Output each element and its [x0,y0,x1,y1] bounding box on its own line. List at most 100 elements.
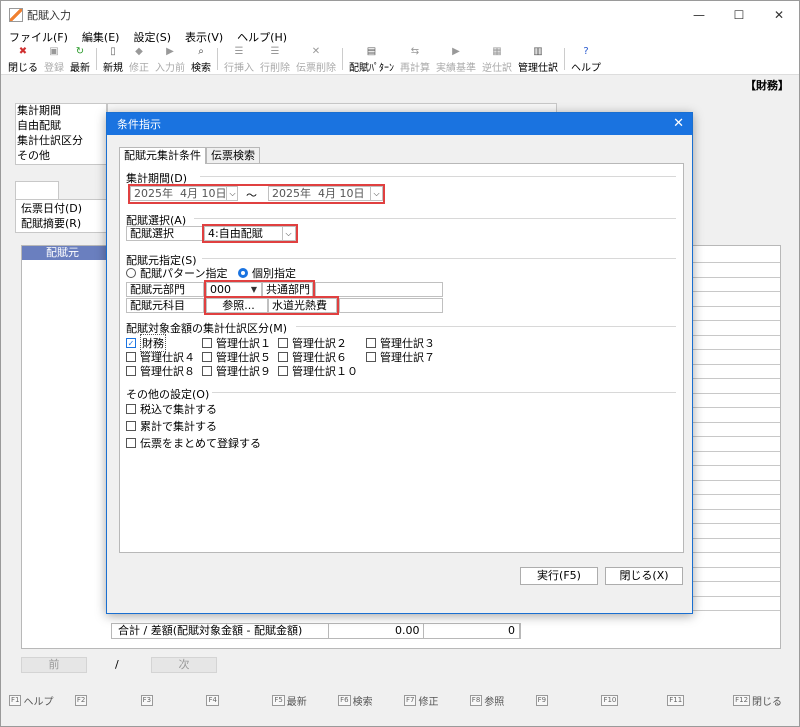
mode-tag: 【財務】 [745,79,789,92]
kubun-checkbox-1[interactable]: 管理仕訳１ [202,336,271,350]
kubun-checkbox-5[interactable]: 管理仕訳５ [202,350,271,364]
checkbox-icon [126,421,136,431]
maximize-button[interactable]: ☐ [719,1,759,29]
conditions-panel: 集計期間(D) 2025年 4月 10日 ⌵ ～ 2025年 4月 10日 ⌵ … [119,163,684,553]
kubun-checkbox-10[interactable]: 管理仕訳１０ [278,364,358,378]
divider [200,176,676,177]
toolbar-actual-basis-button[interactable]: ▶ 実績基準 [433,44,479,74]
toolbar-label: 行削除 [260,63,290,74]
fkey-badge: F11 [667,694,685,706]
kubun-label: 管理仕訳７ [380,351,435,364]
toolbar-help-button[interactable]: ? ヘルプ [568,44,604,74]
toolbar-label: 実績基準 [436,63,476,74]
account-label: 配賦元科目 [126,298,204,313]
period-to-field[interactable]: 2025年 4月 10日 [268,186,383,201]
label-other: その他 [17,149,50,162]
toolbar-separator [217,48,218,70]
fkey-badge: F4 [206,694,219,706]
next-button[interactable]: 次 [151,657,217,673]
kubun-checkbox-9[interactable]: 管理仕訳９ [202,364,271,378]
toolbar-refresh-button[interactable]: ↻ 最新 [67,44,93,74]
run-button[interactable]: 実行(F5) [520,567,598,585]
checkbox-icon [278,338,288,348]
fkey-badge: F9 [535,694,549,706]
dept-dropdown-icon[interactable]: ▼ [248,283,260,296]
radio-individual[interactable]: 個別指定 [238,266,296,280]
title-bar: 配賦入力 — ☐ ✕ [1,1,799,29]
other-checkbox-0[interactable]: 税込で集計する [126,402,217,416]
kubun-checkbox-7[interactable]: 管理仕訳７ [366,350,435,364]
close-window-button[interactable]: ✕ [759,1,799,29]
kubun-checkbox-2[interactable]: 管理仕訳２ [278,336,347,350]
tab-source-conditions[interactable]: 配賦元集計条件 [119,147,206,164]
checkbox-icon [202,366,212,376]
toolbar-label: 最新 [70,63,90,74]
toolbar-delete-row-button[interactable]: ☰ 行削除 [257,44,293,74]
fkey-f11[interactable]: F11 [667,694,733,706]
other-checkbox-2[interactable]: 伝票をまとめて登録する [126,436,261,450]
delete-row-icon: ☰ [270,46,280,57]
dialog-close-icon[interactable]: ✕ [673,116,684,131]
dialog-close-button[interactable]: 閉じる(X) [605,567,683,585]
toolbar-before-input-button[interactable]: ▶ 入力前 [152,44,188,74]
minimize-button[interactable]: — [679,1,719,29]
fkey-f1[interactable]: F1 ヘルプ [9,693,75,708]
menu-help[interactable]: ヘルプ(H) [237,29,287,45]
fkey-f2[interactable]: F2 [74,694,141,706]
divider [296,326,676,327]
fkey-f7[interactable]: F7 修正 [403,693,470,708]
bg-tab[interactable] [15,181,59,199]
toolbar-insert-row-button[interactable]: ☰ 行挿入 [221,44,257,74]
fkey-badge: F7 [403,694,417,706]
fkey-badge: F3 [140,694,154,706]
fkey-f6[interactable]: F6 検索 [338,693,404,708]
checkbox-icon [366,352,376,362]
before-input-icon: ▶ [166,46,174,57]
condition-dialog: 条件指示 ✕ 配賦元集計条件 伝票検索 集計期間(D) 2025年 4月 10日… [106,112,693,614]
radio-pattern-label: 配賦パターン指定 [140,267,228,280]
fkey-f8[interactable]: F8 参照 [469,693,536,708]
fkey-f5[interactable]: F5 最新 [272,693,338,708]
fkey-f9[interactable]: F9 [535,694,602,706]
toolbar-edit-button[interactable]: ◆ 修正 [126,44,152,74]
kubun-checkbox-0[interactable]: ✓ 財務 [126,334,166,352]
chevron-down-icon[interactable]: ⌵ [282,227,294,240]
fkey-f12[interactable]: F12 閉じる [733,693,799,708]
chevron-down-icon[interactable]: ⌵ [226,187,238,200]
toolbar-reverse-button[interactable]: ▦ 逆仕訳 [479,44,515,74]
kubun-checkbox-8[interactable]: 管理仕訳８ [126,364,195,378]
kubun-checkbox-6[interactable]: 管理仕訳６ [278,350,347,364]
menu-settings[interactable]: 設定(S) [133,29,171,45]
period-from-year: 2025年 [134,187,173,200]
toolbar-pattern-button[interactable]: ▤ 配賦ﾊﾟﾀｰﾝ [346,44,397,74]
chevron-down-icon[interactable]: ⌵ [370,187,382,200]
reverse-icon: ▦ [492,46,502,57]
kubun-checkbox-3[interactable]: 管理仕訳３ [366,336,435,350]
toolbar-search-button[interactable]: ⌕ 検索 [188,44,214,74]
prev-button[interactable]: 前 [21,657,87,673]
other-checkbox-1[interactable]: 累計で集計する [126,419,217,433]
menu-file[interactable]: ファイル(F) [9,29,68,45]
checkbox-icon [366,338,376,348]
fkey-f3[interactable]: F3 [140,694,207,706]
radio-pattern[interactable]: 配賦パターン指定 [126,266,227,280]
menu-view[interactable]: 表示(V) [185,29,223,45]
divider [212,392,676,393]
total-row: 合計 / 差額(配賦対象金額 - 配賦金額) 0.00 0 [111,623,521,639]
account-ref-button[interactable]: 参照... [206,298,268,313]
menu-edit[interactable]: 編集(E) [82,29,120,45]
toolbar-mgmt-journal-button[interactable]: ▥ 管理仕訳 [515,44,561,74]
toolbar-register-button[interactable]: ▣ 登録 [41,44,67,74]
fkey-f10[interactable]: F10 [601,694,667,706]
fkey-f4[interactable]: F4 [206,694,272,706]
toolbar-close-button[interactable]: ✖ 閉じる [5,44,41,74]
toolbar-recalc-button[interactable]: ⇆ 再計算 [397,44,433,74]
toolbar-new-button[interactable]: ▯ 新規 [100,44,126,74]
period-from-field[interactable]: 2025年 4月 10日 [130,186,238,201]
tab-voucher-search[interactable]: 伝票検索 [206,147,260,163]
haifu-field-label: 配賦選択 [126,226,204,241]
toolbar-label: 配賦ﾊﾟﾀｰﾝ [349,63,394,74]
toolbar-delete-voucher-button[interactable]: ✕ 伝票削除 [293,44,339,74]
kubun-checkbox-4[interactable]: 管理仕訳４ [126,350,195,364]
other-label: 累計で集計する [140,420,217,433]
